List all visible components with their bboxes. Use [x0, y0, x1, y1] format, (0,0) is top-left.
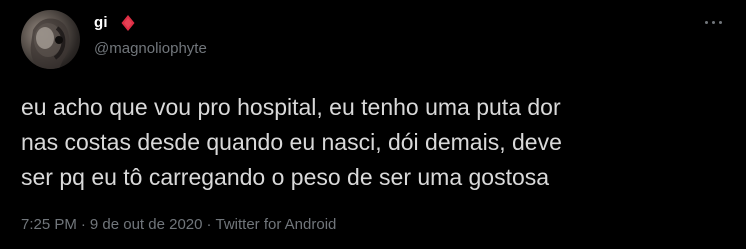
- tweet-date[interactable]: 9 de out de 2020: [90, 216, 203, 233]
- avatar-image: [30, 18, 70, 69]
- red-diamond-icon: [121, 15, 135, 31]
- tweet-text: eu acho que vou pro hospital, eu tenho u…: [21, 94, 562, 190]
- more-dot: [719, 21, 722, 24]
- meta-separator: ·: [206, 216, 212, 233]
- tweet-card: gi @magnoliophyte eu acho que vou pro ho…: [0, 0, 746, 249]
- tweet-metadata: 7:25 PM · 9 de out de 2020 · Twitter for And…: [21, 216, 336, 233]
- user-handle[interactable]: @magnoliophyte: [94, 40, 207, 57]
- tweet-time[interactable]: 7:25 PM: [21, 216, 77, 233]
- meta-separator: ·: [80, 216, 86, 233]
- more-horizontal-icon[interactable]: [703, 17, 725, 29]
- more-dot: [712, 21, 715, 24]
- more-dot: [705, 21, 708, 24]
- avatar[interactable]: [21, 10, 80, 69]
- tweet-source[interactable]: Twitter for Android: [215, 216, 336, 233]
- display-name[interactable]: gi: [94, 14, 108, 31]
